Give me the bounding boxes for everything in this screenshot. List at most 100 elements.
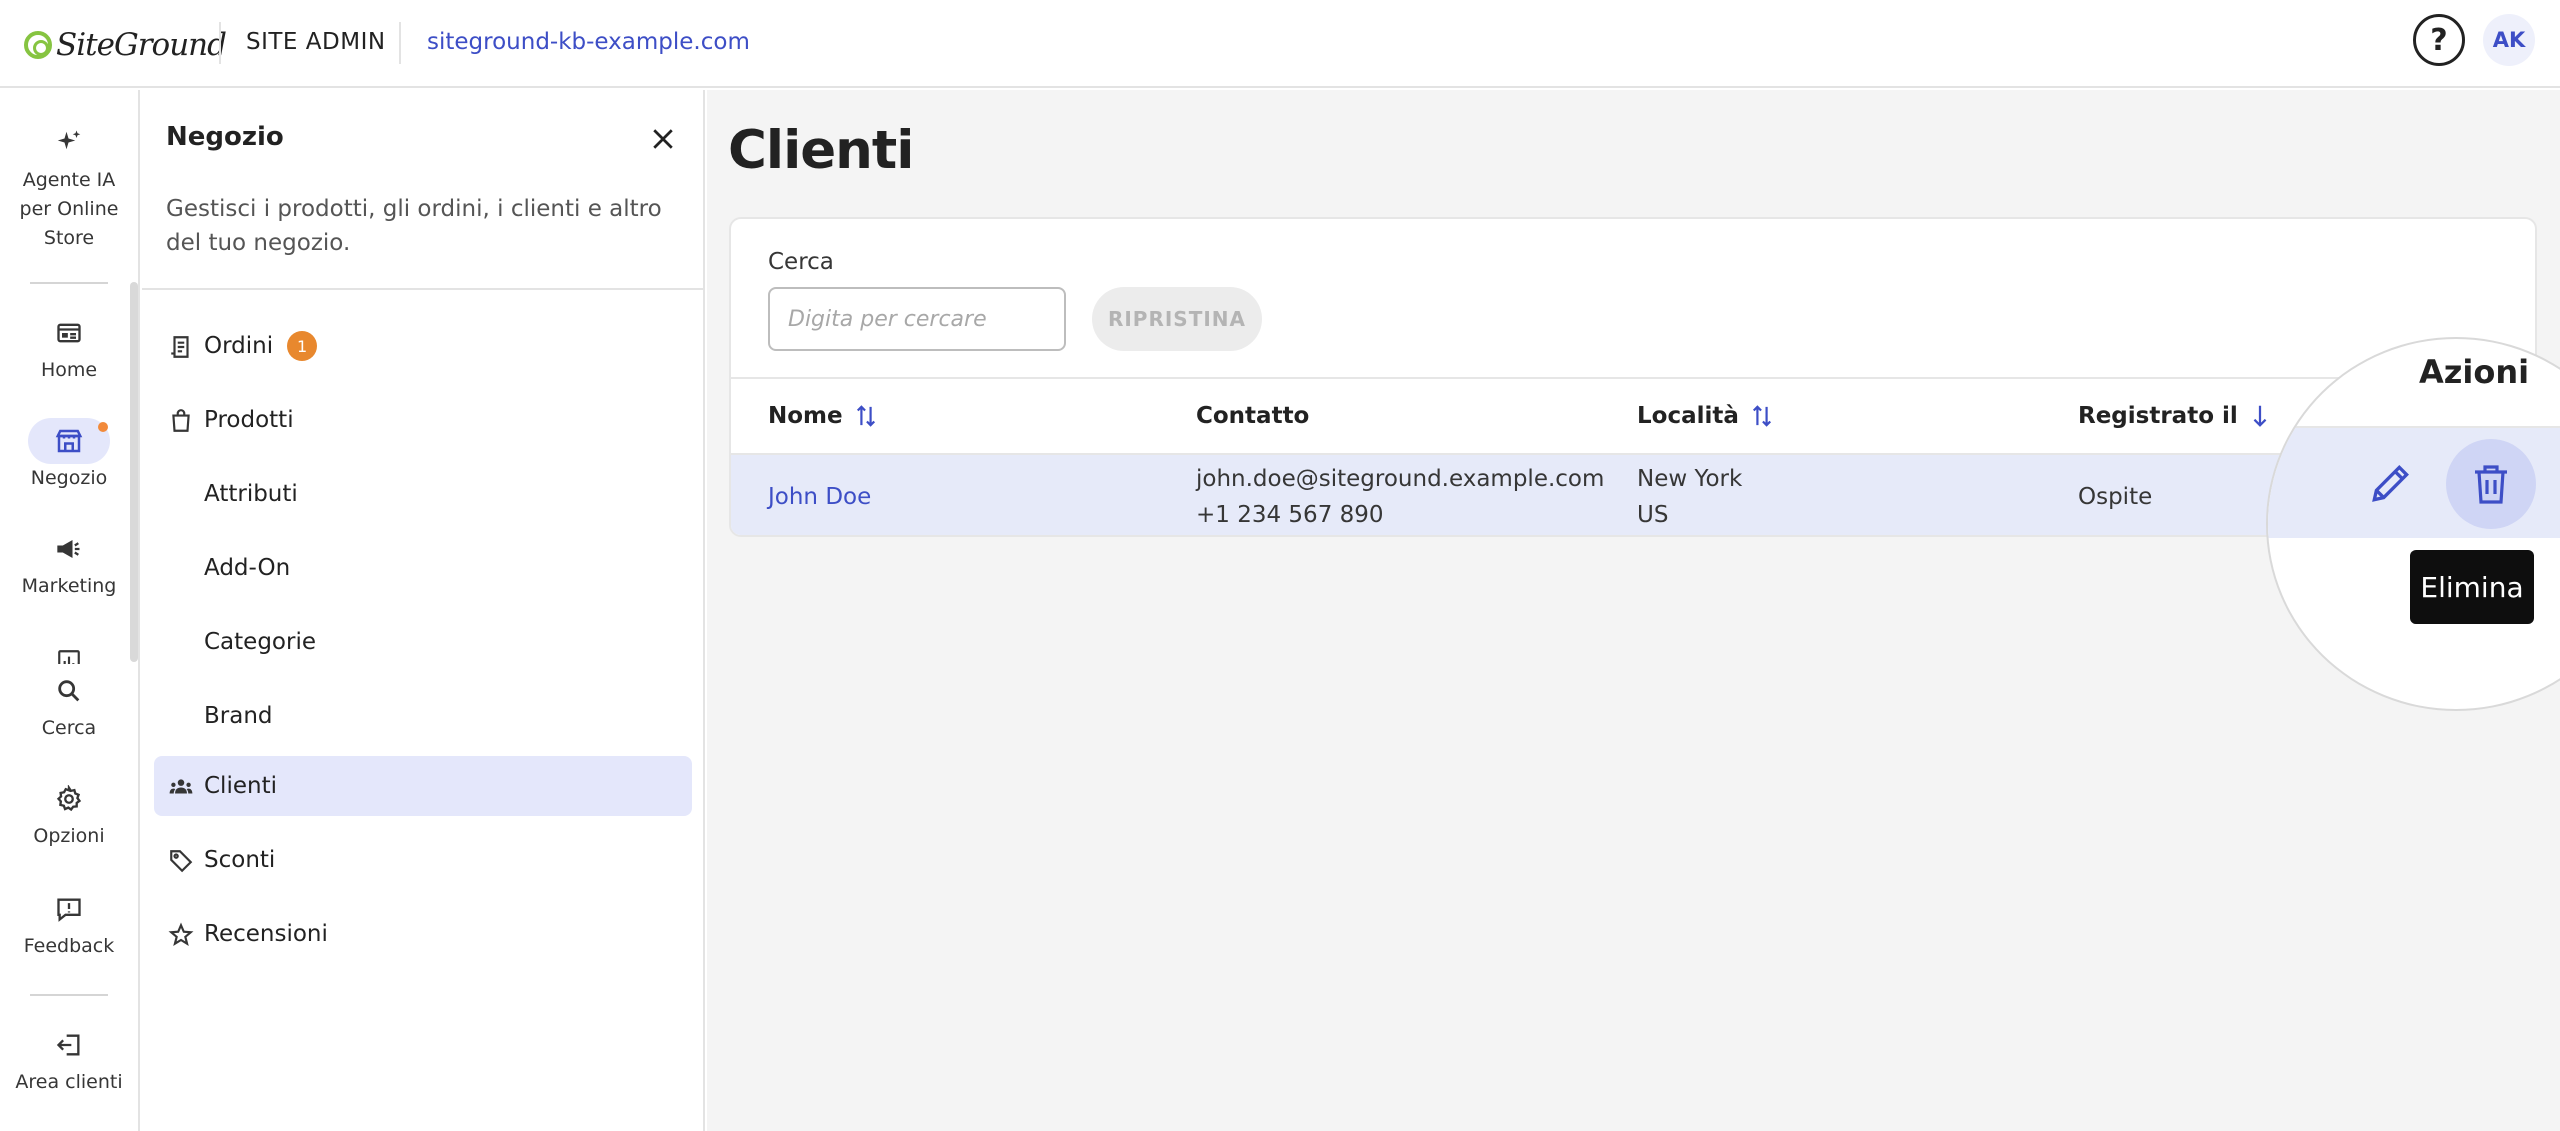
nav-label: Clienti [204,773,277,799]
rail-divider [30,994,108,996]
panel-title: Negozio [166,122,284,152]
column-header-actions: Azioni [2419,353,2530,391]
nav-label: Recensioni [204,921,328,947]
bag-icon [172,409,190,432]
nav-label: Brand [204,703,273,729]
help-button[interactable]: ? [2413,14,2465,66]
nav-item-attributes[interactable]: Attributi [154,464,692,524]
column-label: Località [1637,403,1739,429]
trash-icon [2475,465,2507,504]
nav-item-categories[interactable]: Categorie [154,612,692,672]
home-icon [28,310,110,356]
page-title: Clienti [728,120,914,181]
column-label: Nome [768,403,843,429]
nav-item-reviews[interactable]: Recensioni [154,904,692,964]
sort-both-icon [856,405,875,427]
nav-item-addons[interactable]: Add-On [154,538,692,598]
nav-label: Sconti [204,847,276,873]
rail-divider [30,282,108,284]
nav-label: Prodotti [204,407,294,433]
rail-item-store[interactable]: Negozio [0,418,138,493]
rail-label: Agente IA [22,169,116,191]
rail-label: Cerca [41,717,97,739]
rail-label: Area clienti [15,1071,123,1093]
rail-label: Feedback [23,935,115,957]
star-icon [168,922,194,946]
close-icon [653,129,673,149]
store-icon [28,418,110,464]
delete-button[interactable] [2446,439,2536,529]
siteground-logo[interactable]: SiteGround [24,24,227,66]
column-header-name[interactable]: Nome [768,403,877,429]
tag-icon [170,850,193,873]
feedback-icon [28,886,110,932]
sparkle-icon [28,120,110,166]
customer-city: New York [1637,466,1743,492]
customer-country: US [1637,502,1669,528]
panel-description: Gestisci i prodotti, gli ordini, i clien… [166,196,662,256]
orders-count-badge: 1 [287,331,318,361]
nav-label: Attributi [204,481,298,507]
rail-item-client-area[interactable]: Area clienti [0,1022,138,1097]
sort-descending-icon [2253,405,2267,427]
rail-scrollbar[interactable] [130,282,138,662]
main-content: Clienti Cerca RIPRISTINA Nome Contatto L… [707,90,2560,1131]
gear-icon [28,776,110,822]
rail-label: Home [40,359,98,381]
rail-item-feedback[interactable]: Feedback [0,886,138,961]
rail-label: Store [43,227,95,249]
logo-text: SiteGround [56,27,227,63]
customers-card: Cerca RIPRISTINA Nome Contatto Località … [729,217,2537,537]
site-domain-link[interactable]: siteground-kb-example.com [427,29,750,55]
nav-label: Add-On [204,555,291,581]
column-header-registered[interactable]: Registrato il [2078,403,2270,429]
help-icon: ? [2430,22,2448,58]
column-header-location[interactable]: Località [1637,403,1773,429]
table-header: Nome Contatto Località Registrato il [731,377,2535,455]
top-bar: SiteGround SITE ADMIN siteground-kb-exam… [0,0,2560,88]
customer-registered: Ospite [2078,484,2153,510]
nav-item-brand[interactable]: Brand [154,686,692,746]
rail-item-home[interactable]: Home [0,310,138,385]
user-avatar[interactable]: AK [2483,14,2535,66]
rail-label: Negozio [30,467,108,489]
rail-item-options[interactable]: Opzioni [0,776,138,851]
column-header-contact: Contatto [1196,403,1309,429]
column-label: Registrato il [2078,403,2238,429]
reset-button[interactable]: RIPRISTINA [1092,287,1262,351]
rail-label: Opzioni [33,825,105,847]
column-label: Contatto [1196,403,1310,429]
edit-button[interactable] [2366,458,2416,508]
header-divider [399,22,401,64]
logo-mark-icon [24,31,52,59]
search-icon [28,668,110,714]
panel-divider [142,288,703,290]
nav-item-orders[interactable]: Ordini 1 [154,316,692,376]
exit-icon [28,1022,110,1068]
site-admin-label: SITE ADMIN [246,29,386,55]
rail-label: per Online [19,198,119,220]
rail-item-ai-agent[interactable]: Agente IA per Online Store [0,120,138,253]
orders-icon [171,336,189,358]
store-panel: Negozio Gestisci i prodotti, gli ordini,… [142,90,705,1131]
rail-label: Marketing [21,575,117,597]
megaphone-icon [28,526,110,572]
search-input[interactable] [768,287,1066,351]
search-label: Cerca [768,249,834,275]
customer-email: john.doe@siteground.example.com [1196,466,1605,492]
customer-phone: +1 234 567 890 [1196,502,1384,528]
nav-item-products[interactable]: Prodotti [154,390,692,450]
users-icon [169,779,193,794]
customer-name-link[interactable]: John Doe [768,479,871,515]
close-panel-button[interactable] [648,124,678,154]
sort-both-icon [1752,405,1771,427]
rail-item-marketing[interactable]: Marketing [0,526,138,601]
nav-label: Categorie [204,629,316,655]
rail-item-search[interactable]: Cerca [0,668,138,743]
header-divider [219,22,221,64]
nav-item-discounts[interactable]: Sconti [154,830,692,890]
nav-item-customers[interactable]: Clienti [154,756,692,816]
analytics-icon [56,648,82,664]
delete-tooltip: Elimina [2410,550,2534,624]
pencil-icon [2372,465,2409,502]
